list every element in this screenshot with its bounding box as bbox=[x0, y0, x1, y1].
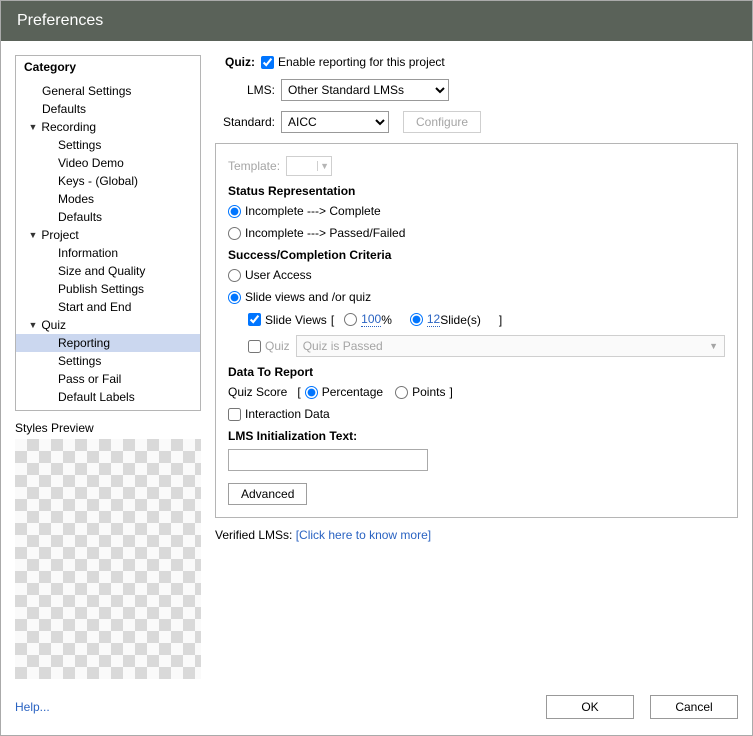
tree-item-publish-settings[interactable]: Publish Settings bbox=[16, 280, 200, 298]
status-opt1-label: Incomplete ---> Complete bbox=[245, 204, 381, 218]
slide-views-checkbox[interactable] bbox=[248, 313, 261, 326]
tree-item-reporting[interactable]: Reporting bbox=[16, 334, 200, 352]
tree-item-information[interactable]: Information bbox=[16, 244, 200, 262]
bracket-close: ] bbox=[499, 313, 502, 327]
chevron-down-icon: ▼ bbox=[28, 316, 38, 334]
quiz-condition-value: Quiz is Passed bbox=[303, 339, 383, 353]
chevron-down-icon: ▼ bbox=[709, 341, 718, 351]
percentage-radio[interactable] bbox=[305, 386, 318, 399]
verified-lmss-link[interactable]: [Click here to know more] bbox=[296, 528, 431, 542]
chevron-down-icon: ▼ bbox=[317, 161, 331, 171]
tree-item-size-quality[interactable]: Size and Quality bbox=[16, 262, 200, 280]
enable-reporting-label: Enable reporting for this project bbox=[278, 55, 445, 69]
tree-item-keys-global[interactable]: Keys - (Global) bbox=[16, 172, 200, 190]
category-tree: General Settings Defaults ▼ Recording Se… bbox=[16, 78, 200, 410]
status-incomplete-complete-radio[interactable] bbox=[228, 205, 241, 218]
slides-suffix: Slide(s) bbox=[440, 313, 481, 327]
status-incomplete-passedfailed-radio[interactable] bbox=[228, 227, 241, 240]
bracket-open: [ bbox=[297, 385, 300, 399]
percentage-label: Percentage bbox=[322, 385, 383, 399]
chevron-down-icon: ▼ bbox=[28, 226, 38, 244]
template-select: ▼ bbox=[286, 156, 332, 176]
tree-item-modes[interactable]: Modes bbox=[16, 190, 200, 208]
tree-item-start-end[interactable]: Start and End bbox=[16, 298, 200, 316]
verified-lmss-label: Verified LMSs: bbox=[215, 528, 292, 542]
percent-value-link[interactable]: 100 bbox=[361, 312, 381, 327]
tree-item-label: Quiz bbox=[41, 318, 66, 332]
advanced-button[interactable]: Advanced bbox=[228, 483, 307, 505]
points-label: Points bbox=[412, 385, 445, 399]
styles-preview-box bbox=[15, 439, 201, 679]
configure-button[interactable]: Configure bbox=[403, 111, 481, 133]
quiz-checkbox-label: Quiz bbox=[265, 339, 290, 353]
tree-item-general-settings[interactable]: General Settings bbox=[16, 82, 200, 100]
standard-label: Standard: bbox=[215, 115, 275, 129]
percent-radio[interactable] bbox=[344, 313, 357, 326]
tree-item-project[interactable]: ▼ Project bbox=[16, 226, 200, 244]
lms-init-label: LMS Initialization Text: bbox=[228, 429, 725, 443]
tree-item-label: Recording bbox=[41, 120, 96, 134]
template-label: Template: bbox=[228, 159, 280, 173]
tree-item-defaults[interactable]: Defaults bbox=[16, 100, 200, 118]
data-to-report-title: Data To Report bbox=[228, 365, 725, 379]
lms-select[interactable]: Other Standard LMSs bbox=[281, 79, 449, 101]
bracket-close: ] bbox=[449, 385, 452, 399]
chevron-down-icon: ▼ bbox=[28, 118, 38, 136]
category-header: Category bbox=[16, 56, 200, 78]
tree-item-rec-settings[interactable]: Settings bbox=[16, 136, 200, 154]
tree-item-label: Project bbox=[41, 228, 78, 242]
tree-item-quiz[interactable]: ▼ Quiz bbox=[16, 316, 200, 334]
slide-views-quiz-radio[interactable] bbox=[228, 291, 241, 304]
tree-item-pass-fail[interactable]: Pass or Fail bbox=[16, 370, 200, 388]
success-criteria-title: Success/Completion Criteria bbox=[228, 248, 725, 262]
help-link[interactable]: Help... bbox=[15, 700, 50, 714]
tree-item-recording[interactable]: ▼ Recording bbox=[16, 118, 200, 136]
tree-item-video-demo[interactable]: Video Demo bbox=[16, 154, 200, 172]
points-radio[interactable] bbox=[395, 386, 408, 399]
bracket-open: [ bbox=[331, 313, 334, 327]
quiz-condition-select: Quiz is Passed ▼ bbox=[296, 335, 725, 357]
interaction-data-label: Interaction Data bbox=[245, 407, 330, 421]
tree-item-rec-defaults[interactable]: Defaults bbox=[16, 208, 200, 226]
slide-views-quiz-label: Slide views and /or quiz bbox=[245, 290, 371, 304]
interaction-data-checkbox[interactable] bbox=[228, 408, 241, 421]
quiz-label: Quiz: bbox=[215, 55, 255, 69]
slides-value-link[interactable]: 12 bbox=[427, 312, 440, 327]
quiz-score-label: Quiz Score bbox=[228, 385, 287, 399]
category-panel: Category General Settings Defaults ▼ Rec… bbox=[15, 55, 201, 411]
user-access-radio[interactable] bbox=[228, 269, 241, 282]
percent-suffix: % bbox=[381, 313, 392, 327]
tree-item-default-labels[interactable]: Default Labels bbox=[16, 388, 200, 406]
slides-radio[interactable] bbox=[410, 313, 423, 326]
reporting-options-panel: Template: ▼ Status Representation Incomp… bbox=[215, 143, 738, 518]
enable-reporting-checkbox[interactable] bbox=[261, 56, 274, 69]
styles-preview-label: Styles Preview bbox=[15, 421, 201, 435]
tree-item-quiz-settings[interactable]: Settings bbox=[16, 352, 200, 370]
lms-init-input[interactable] bbox=[228, 449, 428, 471]
status-representation-title: Status Representation bbox=[228, 184, 725, 198]
slide-views-label: Slide Views bbox=[265, 313, 327, 327]
user-access-label: User Access bbox=[245, 268, 312, 282]
ok-button[interactable]: OK bbox=[546, 695, 634, 719]
quiz-checkbox[interactable] bbox=[248, 340, 261, 353]
cancel-button[interactable]: Cancel bbox=[650, 695, 738, 719]
lms-label: LMS: bbox=[215, 83, 275, 97]
status-opt2-label: Incomplete ---> Passed/Failed bbox=[245, 226, 405, 240]
standard-select[interactable]: AICC bbox=[281, 111, 389, 133]
window-title: Preferences bbox=[1, 1, 752, 41]
